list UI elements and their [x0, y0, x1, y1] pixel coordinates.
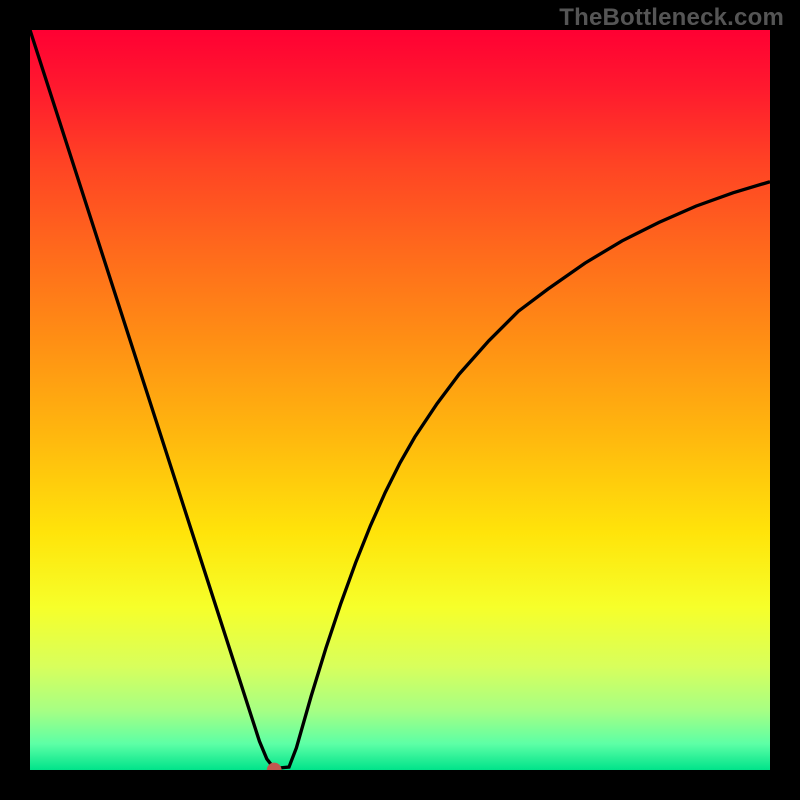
bottleneck-chart	[30, 30, 770, 770]
gradient-background	[30, 30, 770, 770]
watermark-text: TheBottleneck.com	[559, 4, 784, 32]
chart-frame: TheBottleneck.com	[0, 0, 800, 800]
